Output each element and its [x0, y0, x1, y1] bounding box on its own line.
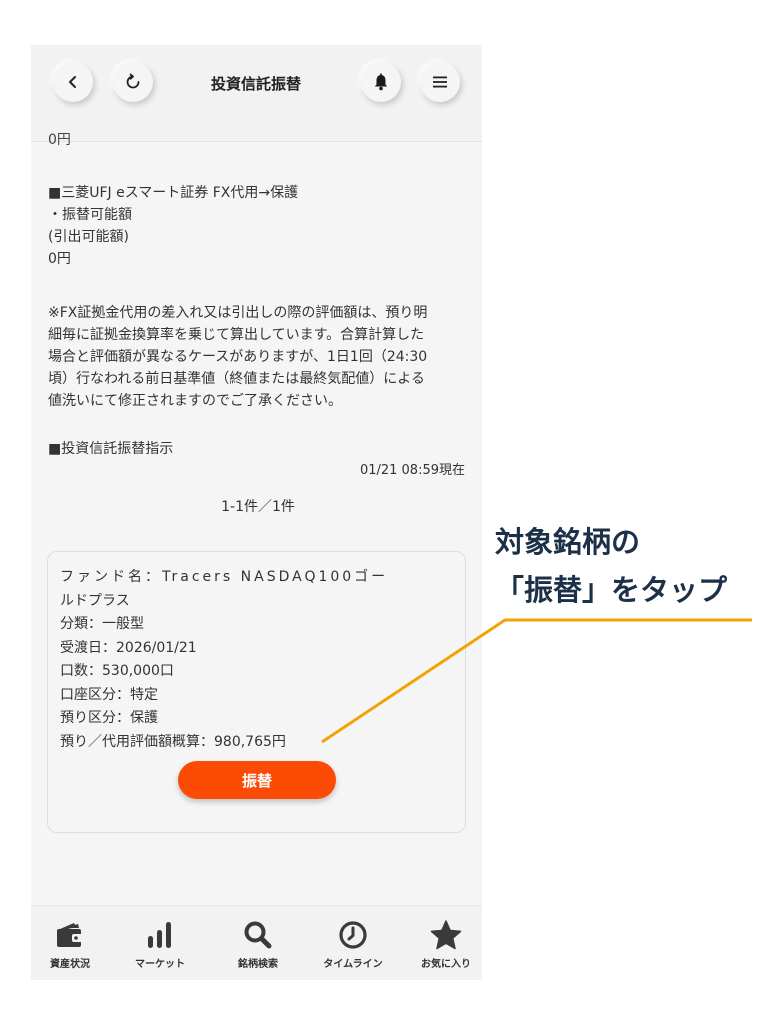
annotation-line: 「振替」をタップ [495, 573, 728, 607]
annotation-leader-line [321, 618, 752, 744]
tutorial-annotation: 対象銘柄の 「振替」をタップ [495, 518, 727, 614]
annotation-line: 対象銘柄の [495, 525, 641, 559]
annotation-pointer [321, 618, 752, 744]
